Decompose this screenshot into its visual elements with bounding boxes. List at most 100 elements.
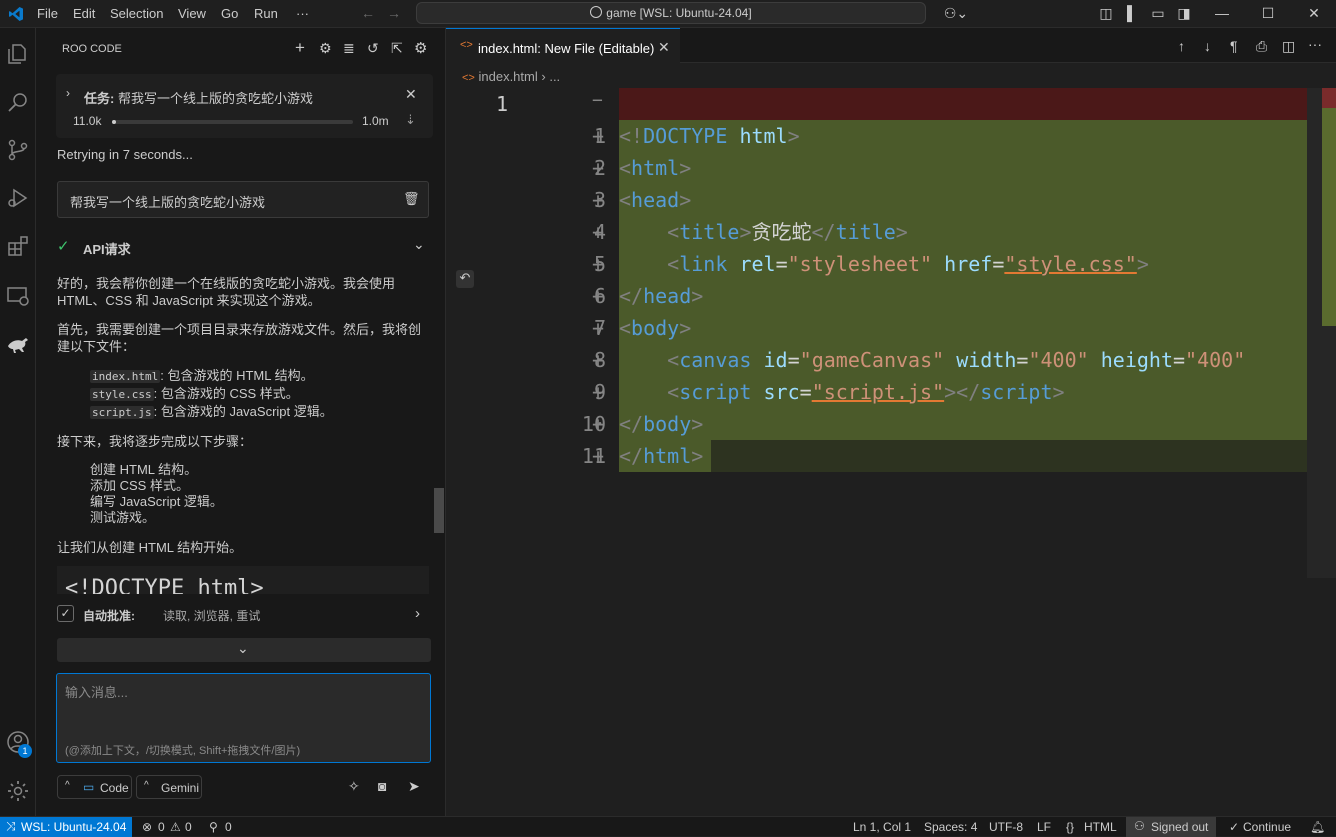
- model-selector-button[interactable]: ^ Gemini: [136, 775, 202, 799]
- menu-run[interactable]: Run: [254, 6, 278, 21]
- file-list: index.html: 包含游戏的 HTML 结构。 style.css: 包含…: [57, 367, 429, 421]
- search-view-icon[interactable]: [6, 90, 30, 114]
- history-icon[interactable]: ↺: [367, 40, 379, 57]
- toggle-sidebar-icon[interactable]: ▌: [1124, 5, 1140, 21]
- scroll-to-bottom-button[interactable]: ⌄: [57, 638, 431, 662]
- menu-selection[interactable]: Selection: [110, 6, 163, 21]
- breadcrumb-more[interactable]: ...: [549, 69, 560, 84]
- input-hint: (@添加上下文，/切换模式, Shift+拖拽文件/图片): [65, 745, 301, 757]
- source-control-icon[interactable]: [6, 138, 30, 162]
- settings-gear-icon[interactable]: [6, 779, 30, 803]
- open-in-editor-icon[interactable]: ⇱: [391, 40, 403, 57]
- menu-more[interactable]: ···: [296, 6, 309, 21]
- show-whitespace-icon[interactable]: ¶: [1230, 38, 1238, 54]
- list-item: 编写 JavaScript 逻辑。: [90, 494, 223, 509]
- split-editor-icon[interactable]: ◫: [1282, 38, 1295, 55]
- continue-status[interactable]: Continue: [1243, 820, 1291, 834]
- enhance-prompt-icon[interactable]: ✧: [348, 778, 360, 795]
- chevron-right-icon[interactable]: ›: [66, 86, 70, 100]
- maximize-icon[interactable]: ☐: [1260, 5, 1276, 21]
- code-line[interactable]: <script src="script.js"></script>: [619, 376, 1064, 408]
- back-arrow-icon[interactable]: ←: [360, 5, 376, 21]
- explorer-icon[interactable]: [6, 42, 30, 66]
- menu-go[interactable]: Go: [221, 6, 238, 21]
- auto-approve-checkbox[interactable]: ✓: [57, 605, 74, 622]
- code-line[interactable]: </html>: [619, 440, 703, 472]
- indentation[interactable]: Spaces: 4: [924, 820, 977, 834]
- toggle-panel-icon[interactable]: ▭: [1150, 5, 1166, 21]
- mode-selector-button[interactable]: ^ ▭ Code: [57, 775, 132, 799]
- condense-context-icon[interactable]: ⇣: [405, 112, 416, 128]
- chevron-down-icon[interactable]: ⌄: [413, 236, 425, 253]
- command-center[interactable]: game [WSL: Ubuntu-24.04]: [416, 2, 926, 24]
- code-line[interactable]: <head>: [619, 184, 691, 216]
- send-icon[interactable]: ➤: [408, 778, 420, 795]
- mode-label: Code: [100, 781, 129, 795]
- notifications-bell-icon[interactable]: 🔔︎: [1310, 820, 1325, 834]
- added-marker: +: [592, 380, 605, 404]
- code-token: >: [895, 220, 908, 244]
- mcp-servers-icon[interactable]: ⚙: [319, 40, 332, 57]
- list-item: 测试游戏。: [90, 510, 156, 525]
- menu-file[interactable]: File: [37, 6, 58, 21]
- prompts-icon[interactable]: ≣: [343, 40, 355, 57]
- message-input[interactable]: 输入消息... (@添加上下文，/切换模式, Shift+拖拽文件/图片): [56, 673, 431, 763]
- open-changes-icon[interactable]: ⎙: [1256, 38, 1267, 55]
- scrollbar-thumb[interactable]: [434, 488, 444, 533]
- delete-message-icon[interactable]: 🗑: [403, 191, 420, 207]
- close-task-icon[interactable]: ✕: [405, 86, 417, 103]
- code-line[interactable]: </body>: [619, 408, 703, 440]
- encoding[interactable]: UTF-8: [989, 820, 1023, 834]
- remote-indicator[interactable]: ⤨ WSL: Ubuntu-24.04: [0, 817, 132, 837]
- extensions-icon[interactable]: [6, 234, 30, 258]
- roo-code-icon[interactable]: [6, 332, 30, 356]
- code-line[interactable]: </head>: [619, 280, 703, 312]
- auto-approve-row[interactable]: ✓ 自动批准: 读取, 浏览器, 重试 ›: [57, 605, 429, 625]
- previous-change-icon[interactable]: ↑: [1178, 38, 1185, 54]
- menu-view[interactable]: View: [178, 6, 206, 21]
- minimize-icon[interactable]: —: [1214, 5, 1230, 21]
- close-window-icon[interactable]: ✕: [1306, 5, 1322, 21]
- api-request-row[interactable]: ✓ API请求 ⌄: [57, 236, 429, 257]
- cursor-position[interactable]: Ln 1, Col 1: [853, 820, 911, 834]
- minimap-removed-marker: [1322, 88, 1336, 108]
- tab-index-html[interactable]: <> index.html: New File (Editable) ✕: [446, 28, 680, 63]
- camera-icon[interactable]: ◙: [378, 778, 386, 794]
- layout-customize-icon[interactable]: ◫: [1098, 5, 1114, 21]
- code-line[interactable]: <title>贪吃蛇</title>: [619, 216, 908, 248]
- remote-explorer-icon[interactable]: [6, 284, 30, 308]
- code-line[interactable]: <body>: [619, 312, 691, 344]
- more-actions-icon[interactable]: ···: [1308, 36, 1322, 52]
- run-debug-icon[interactable]: [6, 186, 30, 210]
- code-line[interactable]: <html>: [619, 152, 691, 184]
- copilot-icon[interactable]: ⚇⌄: [942, 5, 970, 21]
- code-token: <!: [619, 124, 644, 148]
- warning-count[interactable]: 0: [185, 820, 192, 834]
- task-header[interactable]: › 任务: 帮我写一个线上版的贪吃蛇小游戏 ✕ 11.0k 1.0m ⇣: [56, 74, 433, 138]
- code-line[interactable]: <link rel="stylesheet" href="style.css">: [619, 248, 1149, 280]
- revert-change-icon[interactable]: ↶: [456, 270, 474, 288]
- close-tab-icon[interactable]: ✕: [658, 39, 670, 56]
- ports-count[interactable]: 0: [225, 820, 232, 834]
- forward-arrow-icon[interactable]: →: [386, 5, 402, 21]
- code-token: "stylesheet": [787, 252, 933, 276]
- vscode-logo-icon[interactable]: [8, 6, 24, 22]
- breadcrumb-file[interactable]: index.html: [478, 69, 537, 84]
- file-name-code: index.html: [90, 370, 161, 383]
- new-task-icon[interactable]: +: [295, 38, 305, 58]
- copilot-status[interactable]: ⚇ Signed out: [1126, 817, 1216, 837]
- toggle-secondary-sidebar-icon[interactable]: ◨: [1176, 5, 1192, 21]
- removed-marker: −: [592, 90, 603, 111]
- code-line[interactable]: <canvas id="gameCanvas" width="400" heig…: [619, 344, 1245, 376]
- code-line[interactable]: <!DOCTYPE html>: [619, 120, 800, 152]
- error-count[interactable]: 0: [158, 820, 165, 834]
- menu-edit[interactable]: Edit: [73, 6, 95, 21]
- chevron-right-icon[interactable]: ›: [415, 605, 420, 622]
- breadcrumb[interactable]: <> index.html › ...: [462, 69, 560, 84]
- end-of-line[interactable]: LF: [1037, 820, 1051, 834]
- language-mode[interactable]: HTML: [1084, 820, 1117, 834]
- next-change-icon[interactable]: ↓: [1204, 38, 1211, 54]
- code-token: body: [643, 412, 692, 436]
- settings-icon[interactable]: ⚙: [414, 39, 427, 57]
- context-used: 11.0k: [73, 114, 102, 128]
